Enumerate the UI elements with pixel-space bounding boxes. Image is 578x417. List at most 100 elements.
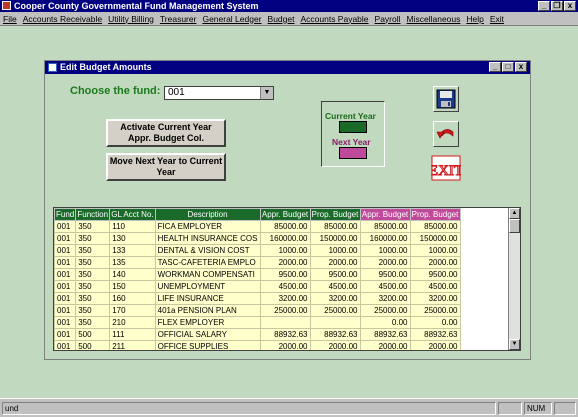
table-cell[interactable]: 210 xyxy=(109,316,156,329)
table-row[interactable]: 001 350 150 UNEMPLOYMENT 4500.00 4500.00 4500.… xyxy=(54,280,461,293)
table-row[interactable]: 001 350 110 FICA EMPLOYER 85000.00 85000.00 85… xyxy=(54,220,461,233)
col-header-function[interactable]: Function xyxy=(75,208,111,221)
table-cell[interactable]: 4500.00 xyxy=(359,280,411,293)
table-cell[interactable]: 85000.00 xyxy=(309,220,361,233)
table-cell[interactable]: 500 xyxy=(75,340,111,350)
scroll-thumb[interactable] xyxy=(509,219,520,233)
table-cell[interactable]: 0.00 xyxy=(409,316,461,329)
table-cell[interactable]: 150000.00 xyxy=(309,232,361,245)
table-cell[interactable]: 001 xyxy=(54,304,77,317)
table-cell[interactable]: 2000.00 xyxy=(309,256,361,269)
table-cell[interactable]: 160000.00 xyxy=(359,232,411,245)
table-cell[interactable]: 4500.00 xyxy=(409,280,461,293)
table-cell[interactable]: 001 xyxy=(54,268,77,281)
menu-treasurer[interactable]: Treasurer xyxy=(157,14,200,24)
table-cell[interactable]: 3200.00 xyxy=(259,292,311,305)
table-cell[interactable]: 9500.00 xyxy=(409,268,461,281)
table-row[interactable]: 001 350 133 DENTAL & VISION COST 1000.00 1000… xyxy=(54,244,461,257)
table-cell[interactable]: 211 xyxy=(109,340,156,350)
table-cell[interactable]: 350 xyxy=(75,304,111,317)
table-row[interactable]: 001 500 111 OFFICIAL SALARY 88932.63 88932.63… xyxy=(54,328,461,341)
menu-accounts-receivable[interactable]: Accounts Receivable xyxy=(20,14,105,24)
table-cell[interactable]: 111 xyxy=(109,328,156,341)
table-cell[interactable]: 350 xyxy=(75,232,111,245)
table-cell[interactable]: 401a PENSION PLAN xyxy=(154,304,261,317)
table-cell[interactable]: FLEX EMPLOYER xyxy=(154,316,261,329)
table-cell[interactable]: 1000.00 xyxy=(409,244,461,257)
table-cell[interactable]: 3200.00 xyxy=(309,292,361,305)
table-cell[interactable]: 9500.00 xyxy=(259,268,311,281)
table-cell[interactable]: 85000.00 xyxy=(259,220,311,233)
window-close-button[interactable]: x xyxy=(515,62,527,72)
col-header-appr-budget-next[interactable]: Appr. Budget xyxy=(359,208,411,221)
table-cell[interactable]: 350 xyxy=(75,280,111,293)
grid-vertical-scrollbar[interactable]: ▲ ▼ xyxy=(508,208,520,350)
table-cell[interactable]: 001 xyxy=(54,328,77,341)
table-cell[interactable]: 25000.00 xyxy=(409,304,461,317)
table-cell[interactable]: 160000.00 xyxy=(259,232,311,245)
fund-select[interactable]: 001 ▼ xyxy=(164,86,274,100)
window-maximize-button[interactable]: □ xyxy=(502,62,514,72)
table-cell[interactable]: 001 xyxy=(54,280,77,293)
table-cell[interactable]: 85000.00 xyxy=(359,220,411,233)
table-cell[interactable]: LIFE INSURANCE xyxy=(154,292,261,305)
table-cell[interactable]: 25000.00 xyxy=(309,304,361,317)
table-row[interactable]: 001 500 211 OFFICE SUPPLIES 2000.00 2000.00 20… xyxy=(54,340,461,350)
table-cell[interactable]: 9500.00 xyxy=(359,268,411,281)
col-header-prop-budget-next[interactable]: Prop. Budget xyxy=(409,208,461,221)
menu-general-ledger[interactable]: General Ledger xyxy=(199,14,264,24)
table-cell[interactable]: 350 xyxy=(75,244,111,257)
table-cell[interactable]: 2000.00 xyxy=(359,340,411,350)
table-cell[interactable]: 001 xyxy=(54,220,77,233)
table-cell[interactable]: 500 xyxy=(75,328,111,341)
table-cell[interactable]: 1000.00 xyxy=(259,244,311,257)
menu-utility-billing[interactable]: Utility Billing xyxy=(105,14,157,24)
table-cell[interactable]: 88932.63 xyxy=(259,328,311,341)
table-cell[interactable]: 2000.00 xyxy=(309,340,361,350)
menu-file[interactable]: File xyxy=(0,14,20,24)
exit-button[interactable]: EXIT xyxy=(431,154,461,182)
table-cell[interactable]: 110 xyxy=(109,220,156,233)
table-cell[interactable]: 170 xyxy=(109,304,156,317)
table-cell[interactable]: 2000.00 xyxy=(259,256,311,269)
table-cell[interactable]: 350 xyxy=(75,220,111,233)
move-next-year-button[interactable]: Move Next Year to Current Year xyxy=(106,153,226,181)
minimize-button[interactable]: _ xyxy=(538,1,550,11)
window-minimize-button[interactable]: _ xyxy=(489,62,501,72)
menu-help[interactable]: Help xyxy=(463,14,486,24)
table-cell[interactable]: 2000.00 xyxy=(259,340,311,350)
close-button[interactable]: x xyxy=(564,1,576,11)
table-row[interactable]: 001 350 170 401a PENSION PLAN 25000.00 25000.… xyxy=(54,304,461,317)
table-cell[interactable]: 25000.00 xyxy=(259,304,311,317)
table-cell[interactable]: 1000.00 xyxy=(309,244,361,257)
activate-current-year-button[interactable]: Activate Current Year Appr. Budget Col. xyxy=(106,119,226,147)
table-cell[interactable]: 3200.00 xyxy=(409,292,461,305)
table-row[interactable]: 001 350 160 LIFE INSURANCE 3200.00 3200.00 320… xyxy=(54,292,461,305)
col-header-fund[interactable]: Fund xyxy=(54,208,77,221)
table-cell[interactable]: 350 xyxy=(75,316,111,329)
menu-budget[interactable]: Budget xyxy=(265,14,298,24)
col-header-description[interactable]: Description xyxy=(154,208,261,221)
table-cell[interactable]: WORKMAN COMPENSATI xyxy=(154,268,261,281)
table-cell[interactable]: TASC-CAFETERIA EMPLO xyxy=(154,256,261,269)
scroll-up-arrow-icon[interactable]: ▲ xyxy=(509,208,520,219)
table-cell[interactable]: 160 xyxy=(109,292,156,305)
menu-accounts-payable[interactable]: Accounts Payable xyxy=(297,14,371,24)
table-cell[interactable]: HEALTH INSURANCE COS xyxy=(154,232,261,245)
table-cell[interactable]: 133 xyxy=(109,244,156,257)
chevron-down-icon[interactable]: ▼ xyxy=(260,87,273,99)
table-cell[interactable]: 1000.00 xyxy=(359,244,411,257)
table-cell[interactable]: 001 xyxy=(54,316,77,329)
table-cell[interactable]: 350 xyxy=(75,292,111,305)
restore-button[interactable]: ❐ xyxy=(551,1,563,11)
table-cell[interactable]: 001 xyxy=(54,244,77,257)
menu-payroll[interactable]: Payroll xyxy=(372,14,404,24)
table-cell[interactable]: FICA EMPLOYER xyxy=(154,220,261,233)
table-cell[interactable]: 88932.63 xyxy=(409,328,461,341)
table-cell[interactable]: 001 xyxy=(54,256,77,269)
col-header-gl-acct-no[interactable]: GL Acct No. xyxy=(109,208,156,221)
table-row[interactable]: 001 350 140 WORKMAN COMPENSATI 9500.00 9500.0… xyxy=(54,268,461,281)
table-cell[interactable]: 350 xyxy=(75,256,111,269)
scroll-down-arrow-icon[interactable]: ▼ xyxy=(509,339,520,350)
table-cell[interactable]: DENTAL & VISION COST xyxy=(154,244,261,257)
